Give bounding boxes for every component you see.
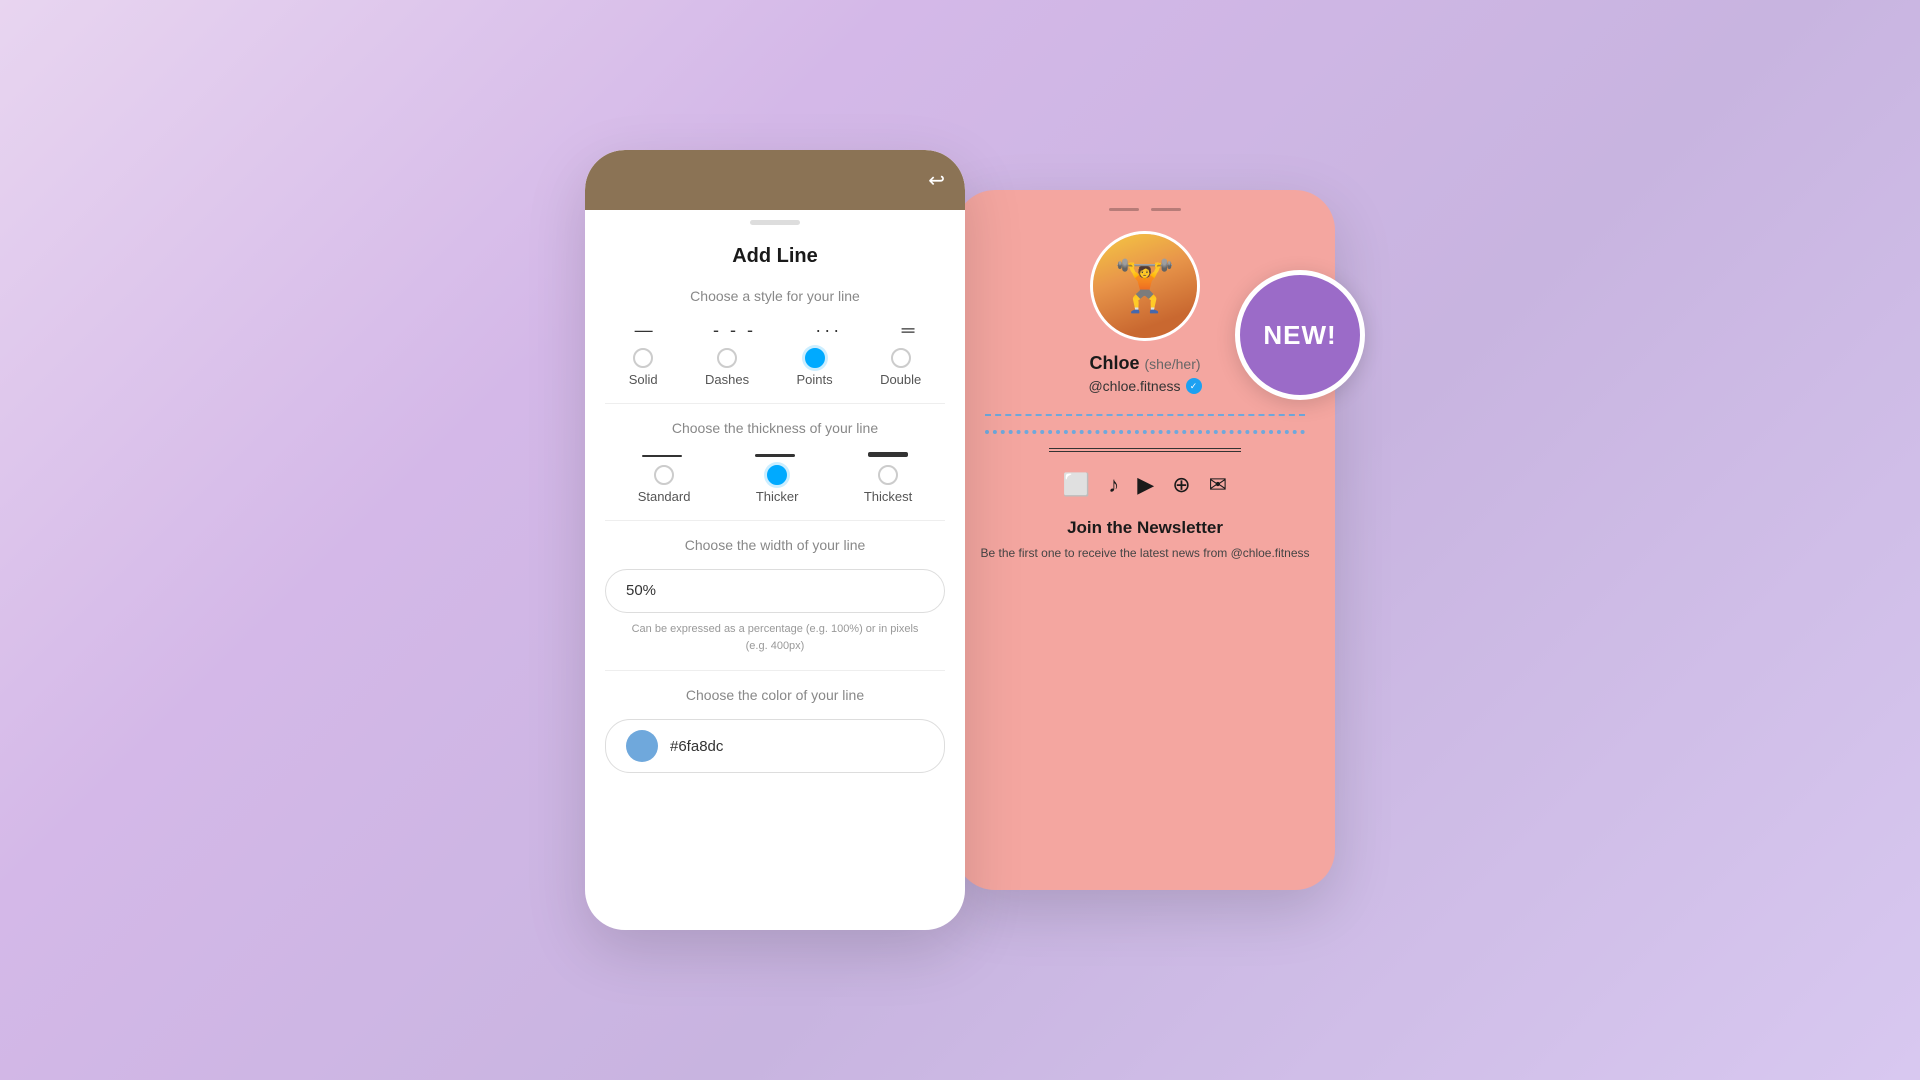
handle-text: @chloe.fitness [1088, 378, 1180, 394]
radio-thickest-label: Thickest [864, 489, 912, 504]
dashes-preview: - - - [713, 320, 756, 340]
radio-dashes[interactable]: Dashes [705, 348, 749, 387]
newsletter-text: Be the first one to receive the latest n… [975, 544, 1315, 562]
color-section-label: Choose the color of your line [605, 687, 945, 703]
width-section-label: Choose the width of your line [605, 537, 945, 553]
radio-thickest[interactable]: Thickest [864, 465, 912, 504]
solid-preview: — [635, 320, 654, 340]
thickness-thickest [868, 452, 908, 457]
profile-name: Chloe (she/her) [1089, 353, 1200, 374]
verified-badge: ✓ [1186, 378, 1202, 394]
radio-points[interactable]: Points [797, 348, 833, 387]
divider-1 [605, 403, 945, 404]
color-input-wrap[interactable]: #6fa8dc [605, 719, 945, 773]
style-option-dashes: - - - [713, 320, 756, 340]
radio-dashes-label: Dashes [705, 372, 749, 387]
width-section: Can be expressed as a percentage (e.g. 1… [605, 569, 945, 654]
newsletter-title: Join the Newsletter [975, 518, 1315, 538]
youtube-icon[interactable]: ▶ [1137, 472, 1154, 498]
divider-3 [605, 670, 945, 671]
lines-container [955, 404, 1335, 462]
thickness-section-label: Choose the thickness of your line [605, 420, 945, 436]
radio-double-label: Double [880, 372, 921, 387]
avatar-image: 🏋️ [1093, 234, 1197, 338]
thickness-thicker [755, 454, 795, 457]
left-phone-panel: ↩ Add Line Choose a style for your line … [585, 150, 965, 930]
thickness-radio-group: Standard Thicker Thickest [605, 465, 945, 504]
double-dark-line [1049, 448, 1241, 452]
radio-points-label: Points [797, 372, 833, 387]
radio-double-circle[interactable] [891, 348, 911, 368]
radio-solid-circle[interactable] [633, 348, 653, 368]
radio-thicker-label: Thicker [756, 489, 799, 504]
avatar: 🏋️ [1090, 231, 1200, 341]
back-icon[interactable]: ↩ [928, 168, 945, 193]
width-input-wrap[interactable] [605, 569, 945, 613]
thickness-thickest-line [868, 452, 908, 457]
phone-header: ↩ [585, 150, 965, 210]
radio-standard-label: Standard [638, 489, 691, 504]
new-badge-text: NEW! [1263, 320, 1336, 351]
points-preview: ··· [815, 320, 842, 340]
dotted-blue-line [985, 430, 1305, 434]
radio-thickest-circle[interactable] [878, 465, 898, 485]
radio-solid[interactable]: Solid [629, 348, 658, 387]
divider-2 [605, 520, 945, 521]
radio-points-circle[interactable] [805, 348, 825, 368]
radio-dashes-circle[interactable] [717, 348, 737, 368]
dashed-blue-line [985, 414, 1305, 416]
width-hint: Can be expressed as a percentage (e.g. 1… [605, 621, 945, 654]
scene: ↩ Add Line Choose a style for your line … [585, 150, 1335, 930]
tiktok-icon[interactable]: ♪ [1108, 472, 1119, 498]
style-options: — - - - ··· ═ [605, 320, 945, 340]
color-section: #6fa8dc [605, 719, 945, 773]
thickness-options [605, 452, 945, 457]
radio-double[interactable]: Double [880, 348, 921, 387]
top-bar-line-2 [1151, 208, 1181, 211]
newsletter-section: Join the Newsletter Be the first one to … [955, 508, 1335, 572]
new-badge: NEW! [1235, 270, 1365, 400]
radio-standard-circle[interactable] [654, 465, 674, 485]
style-section-label: Choose a style for your line [605, 288, 945, 304]
email-icon[interactable]: ✉ [1209, 472, 1227, 498]
width-input[interactable] [626, 582, 924, 599]
style-option-solid: — [635, 320, 654, 340]
panel-title: Add Line [605, 245, 945, 268]
thickness-thicker-line [755, 454, 795, 457]
right-top-bar [955, 190, 1335, 221]
thickness-standard-line [642, 455, 682, 457]
podcasts-icon[interactable]: ⊕ [1172, 472, 1190, 498]
top-bar-line-1 [1109, 208, 1139, 211]
color-value: #6fa8dc [670, 738, 723, 755]
thickness-standard [642, 455, 682, 457]
radio-solid-label: Solid [629, 372, 658, 387]
radio-thicker-circle[interactable] [767, 465, 787, 485]
style-radio-group: Solid Dashes Points Double [605, 348, 945, 387]
radio-standard[interactable]: Standard [638, 465, 691, 504]
panel-content: Add Line Choose a style for your line — … [585, 225, 965, 793]
profile-name-text: Chloe [1089, 353, 1139, 373]
profile-handle: @chloe.fitness ✓ [1088, 378, 1201, 394]
profile-pronouns: (she/her) [1145, 356, 1201, 372]
double-preview: ═ [902, 320, 916, 340]
instagram-icon[interactable]: ⬜ [1063, 472, 1090, 498]
social-icons: ⬜ ♪ ▶ ⊕ ✉ [955, 462, 1335, 508]
color-swatch[interactable] [626, 730, 658, 762]
radio-thicker[interactable]: Thicker [756, 465, 799, 504]
style-option-double: ═ [902, 320, 916, 340]
style-option-points: ··· [815, 320, 842, 340]
